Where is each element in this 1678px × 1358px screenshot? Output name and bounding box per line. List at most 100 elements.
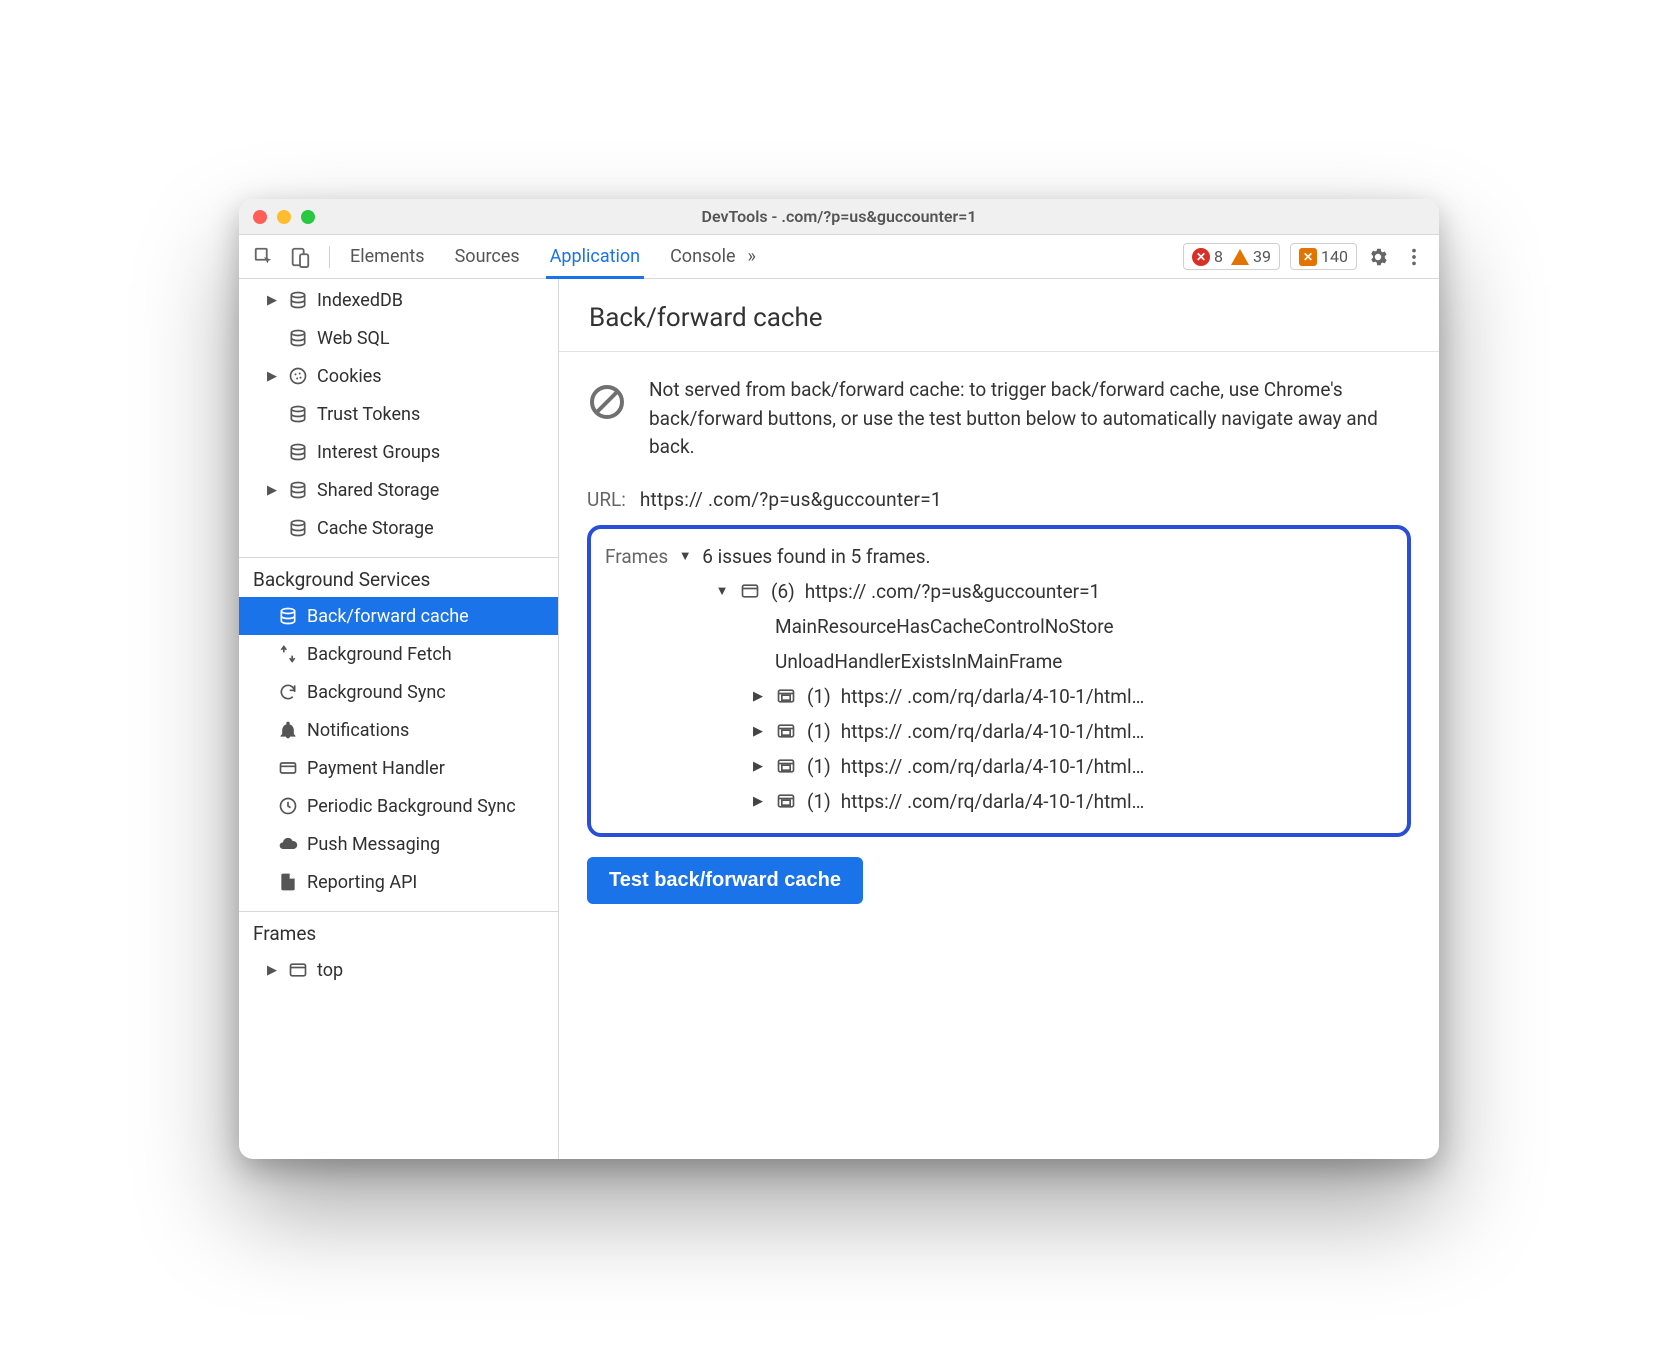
url-label: URL: — [587, 488, 626, 511]
sidebar-item-reporting-api[interactable]: Reporting API — [239, 863, 558, 901]
sidebar-item-web-sql[interactable]: Web SQL — [239, 319, 558, 357]
chevron-down-icon: ▼ — [678, 548, 692, 564]
sidebar-item-label: Cookies — [317, 366, 382, 387]
sidebar-item-label: Background Sync — [307, 682, 446, 703]
kebab-menu-button[interactable] — [1399, 242, 1429, 272]
subframe-url: https:// .com/rq/darla/4-10-1/html… — [841, 685, 1145, 708]
sidebar-item-label: Trust Tokens — [317, 404, 420, 425]
zoom-window-button[interactable] — [301, 210, 315, 224]
console-status-button[interactable]: ✕8 39 — [1183, 243, 1280, 270]
warning-icon — [1231, 249, 1249, 265]
sidebar-item-cookies[interactable]: ▶ Cookies — [239, 357, 558, 395]
subframe-row[interactable]: ▶ (1) https:// .com/rq/darla/4-10-1/html… — [605, 784, 1389, 819]
sidebar-item-label: IndexedDB — [317, 290, 403, 311]
error-icon: ✕ — [1192, 248, 1210, 266]
root-frame-row[interactable]: ▼ (6) https:// .com/?p=us&guccounter=1 — [605, 574, 1389, 609]
sidebar-item-label: Payment Handler — [307, 758, 445, 779]
sidebar-item-notifications[interactable]: Notifications — [239, 711, 558, 749]
iframe-icon — [775, 686, 797, 706]
subframe-count: (1) — [807, 755, 831, 778]
sidebar-item-trust-tokens[interactable]: Trust Tokens — [239, 395, 558, 433]
db-icon — [287, 518, 309, 538]
db-icon — [277, 606, 299, 626]
inspect-element-button[interactable] — [249, 242, 279, 272]
sidebar-item-label: Notifications — [307, 720, 409, 741]
subframe-row[interactable]: ▶ (1) https:// .com/rq/darla/4-10-1/html… — [605, 679, 1389, 714]
sidebar-item-payment-handler[interactable]: Payment Handler — [239, 749, 558, 787]
bfcache-notice: Not served from back/forward cache: to t… — [587, 376, 1411, 462]
tab-elements[interactable]: Elements — [348, 235, 427, 278]
subframe-row[interactable]: ▶ (1) https:// .com/rq/darla/4-10-1/html… — [605, 714, 1389, 749]
issues-button[interactable]: ✕140 — [1290, 243, 1357, 270]
window-title: DevTools - .com/?p=us&guccounter=1 — [239, 207, 1439, 226]
chevron-right-icon: ▶ — [751, 759, 765, 774]
sidebar-item-background-fetch[interactable]: Background Fetch — [239, 635, 558, 673]
sidebar-item-shared-storage[interactable]: ▶ Shared Storage — [239, 471, 558, 509]
test-bfcache-button[interactable]: Test back/forward cache — [587, 857, 863, 904]
iframe-icon — [775, 756, 797, 776]
sidebar-item-label: Interest Groups — [317, 442, 440, 463]
sidebar-item-interest-groups[interactable]: Interest Groups — [239, 433, 558, 471]
subframe-count: (1) — [807, 720, 831, 743]
sidebar-item-label: top — [317, 960, 343, 981]
sidebar-item-label: Cache Storage — [317, 518, 434, 539]
devtools-window: DevTools - .com/?p=us&guccounter=1 Eleme… — [239, 199, 1439, 1159]
sidebar-item-label: Periodic Background Sync — [307, 796, 516, 817]
sidebar-item-label: Reporting API — [307, 872, 417, 893]
bfcache-reason: MainResourceHasCacheControlNoStore — [605, 609, 1389, 644]
sync-icon — [277, 682, 299, 702]
sidebar-item-indexeddb[interactable]: ▶ IndexedDB — [239, 281, 558, 319]
url-value: https:// .com/?p=us&guccounter=1 — [640, 488, 942, 511]
url-row: URL: https:// .com/?p=us&guccounter=1 — [587, 488, 1411, 511]
chevron-down-icon: ▼ — [715, 583, 729, 599]
frames-label: Frames — [605, 545, 668, 568]
subframe-url: https:// .com/rq/darla/4-10-1/html… — [841, 790, 1145, 813]
chevron-right-icon: ▶ — [265, 293, 279, 308]
db-icon — [287, 328, 309, 348]
file-icon — [277, 872, 299, 892]
issue-count: 140 — [1321, 247, 1348, 266]
settings-button[interactable] — [1363, 242, 1393, 272]
card-icon — [277, 758, 299, 778]
chevron-right-icon: ▶ — [751, 689, 765, 704]
subframe-url: https:// .com/rq/darla/4-10-1/html… — [841, 755, 1145, 778]
chevron-right-icon: ▶ — [751, 724, 765, 739]
main-toolbar: Elements Sources Application Console » ✕… — [239, 235, 1439, 279]
db-icon — [287, 480, 309, 500]
subframe-url: https:// .com/rq/darla/4-10-1/html… — [841, 720, 1145, 743]
more-tabs-button[interactable]: » — [744, 246, 760, 267]
panel-tabs: Elements Sources Application Console — [348, 235, 738, 278]
db-icon — [287, 442, 309, 462]
frame-icon — [739, 581, 761, 601]
sidebar-section-frames: Frames — [239, 912, 558, 951]
notice-text: Not served from back/forward cache: to t… — [649, 376, 1411, 462]
sidebar-item-frame-top[interactable]: ▶ top — [239, 951, 558, 989]
sidebar-item-background-sync[interactable]: Background Sync — [239, 673, 558, 711]
chevron-right-icon: ▶ — [751, 794, 765, 809]
cloud-icon — [277, 834, 299, 854]
sidebar-item-label: Back/forward cache — [307, 606, 469, 627]
sidebar-item-push-messaging[interactable]: Push Messaging — [239, 825, 558, 863]
tab-sources[interactable]: Sources — [453, 235, 522, 278]
minimize-window-button[interactable] — [277, 210, 291, 224]
frames-summary-row[interactable]: Frames ▼ 6 issues found in 5 frames. — [605, 539, 1389, 574]
device-toolbar-button[interactable] — [285, 242, 315, 272]
sidebar-item-back-forward-cache[interactable]: Back/forward cache — [239, 597, 558, 635]
bell-icon — [277, 720, 299, 740]
frames-tree-box: Frames ▼ 6 issues found in 5 frames. ▼ (… — [587, 525, 1411, 837]
root-frame-url: https:// .com/?p=us&guccounter=1 — [805, 580, 1100, 603]
tab-application[interactable]: Application — [548, 235, 642, 278]
tab-console[interactable]: Console — [668, 235, 737, 278]
close-window-button[interactable] — [253, 210, 267, 224]
iframe-icon — [775, 791, 797, 811]
sidebar-item-label: Web SQL — [317, 328, 390, 349]
issue-icon: ✕ — [1299, 248, 1317, 266]
subframe-row[interactable]: ▶ (1) https:// .com/rq/darla/4-10-1/html… — [605, 749, 1389, 784]
titlebar: DevTools - .com/?p=us&guccounter=1 — [239, 199, 1439, 235]
prohibited-icon — [587, 382, 627, 427]
sidebar-item-periodic-background-sync[interactable]: Periodic Background Sync — [239, 787, 558, 825]
error-count: 8 — [1214, 247, 1223, 266]
sidebar-item-cache-storage[interactable]: Cache Storage — [239, 509, 558, 547]
application-content: Back/forward cache Not served from back/… — [559, 279, 1439, 1159]
panel-title: Back/forward cache — [559, 279, 1439, 352]
